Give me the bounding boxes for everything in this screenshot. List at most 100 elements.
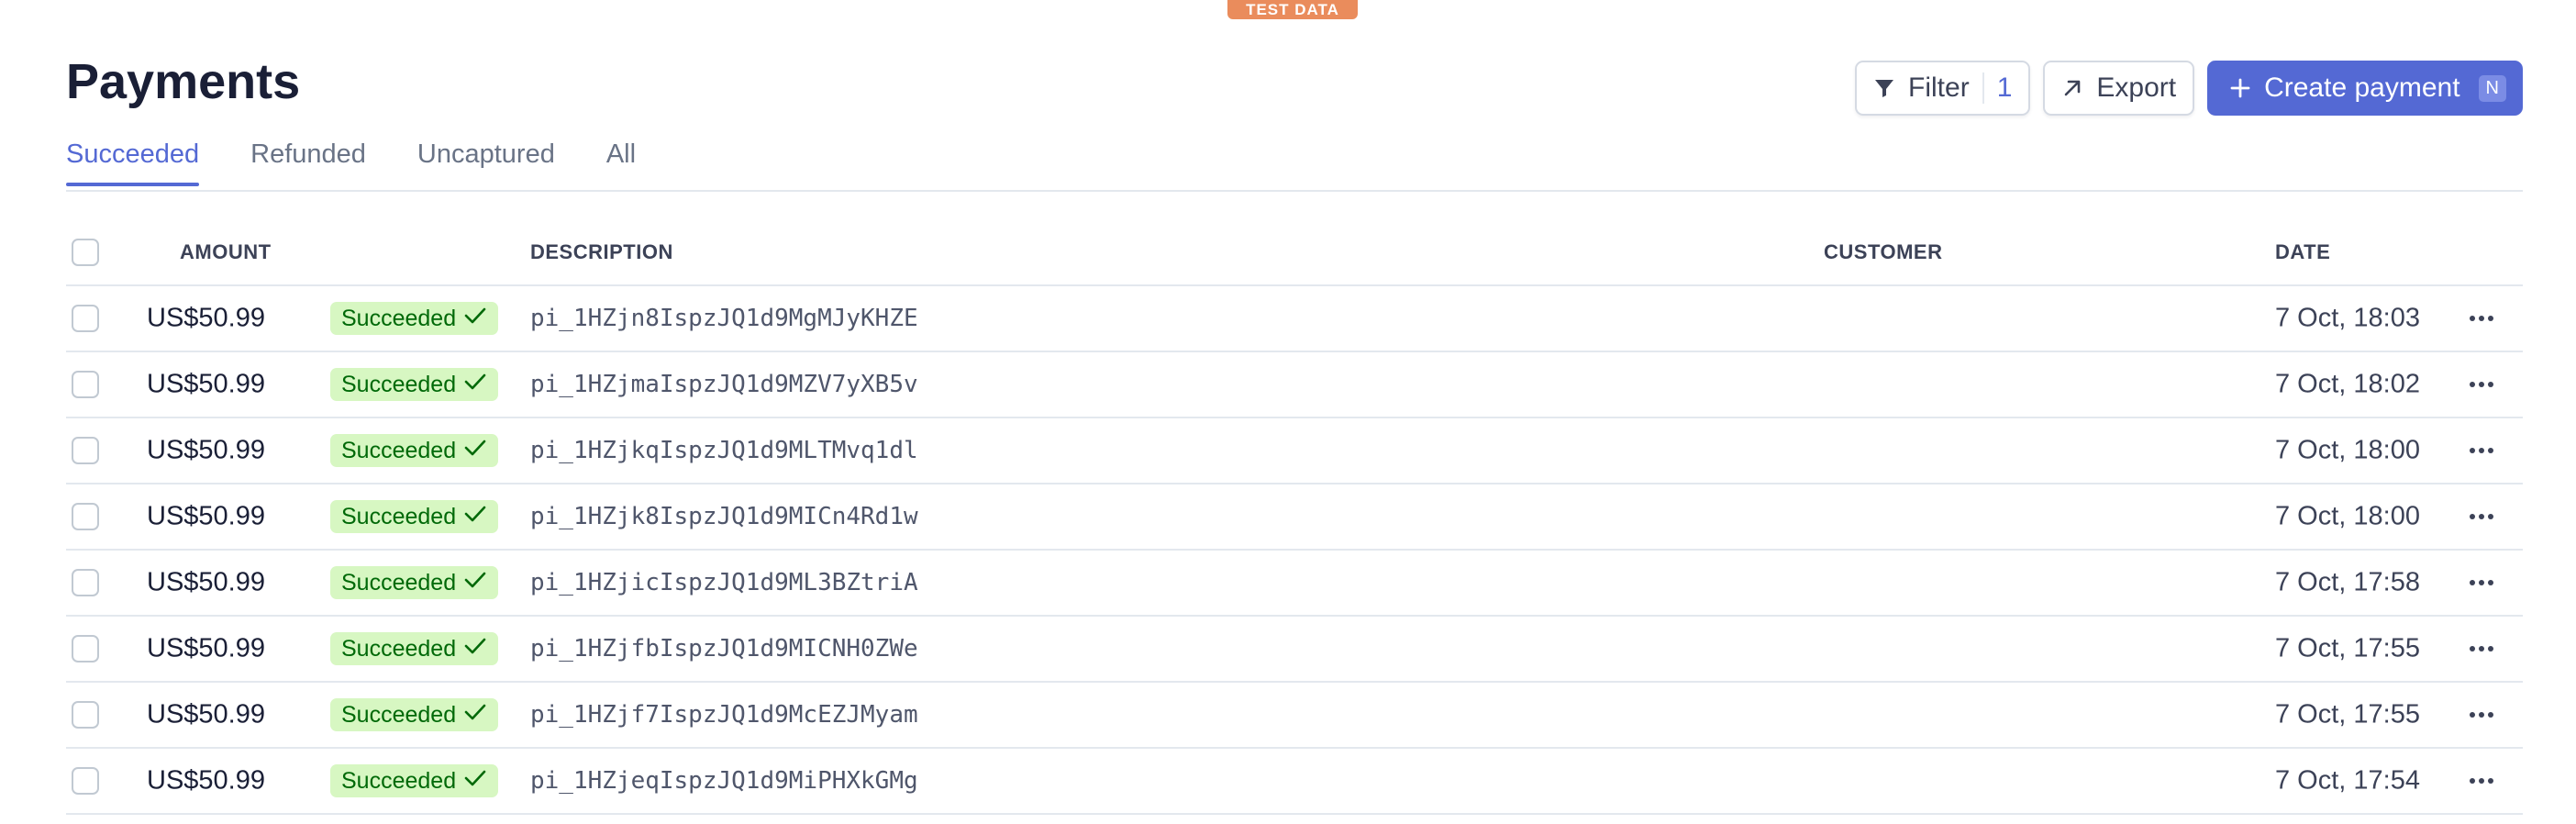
payment-amount: US$50.99 [147, 699, 265, 729]
table-row[interactable]: US$50.99 Succeeded pi_1HZjeqIspzJQ1d9MiP… [66, 749, 2523, 815]
payment-amount: US$50.99 [147, 501, 265, 531]
table-row[interactable]: US$50.99 Succeeded pi_1HZjkqIspzJQ1d9MLT… [66, 418, 2523, 484]
row-checkbox[interactable] [72, 305, 99, 332]
row-actions-button[interactable] [2466, 633, 2497, 664]
table-row[interactable]: US$50.99 Succeeded pi_1HZjk8IspzJQ1d9MIC… [66, 484, 2523, 551]
row-actions-button[interactable] [2466, 699, 2497, 730]
more-horizontal-icon [2469, 508, 2494, 525]
row-actions-button[interactable] [2466, 567, 2497, 598]
row-checkbox[interactable] [72, 635, 99, 663]
check-icon [463, 372, 487, 398]
column-header-date[interactable]: DATE [2275, 240, 2330, 264]
export-button[interactable]: Export [2043, 61, 2195, 116]
table-row[interactable]: US$50.99 Succeeded pi_1HZjfbIspzJQ1d9MIC… [66, 617, 2523, 683]
more-horizontal-icon [2469, 773, 2494, 789]
status-badge-label: Succeeded [341, 305, 457, 331]
more-horizontal-icon [2469, 310, 2494, 327]
row-checkbox[interactable] [72, 767, 99, 795]
table-row[interactable]: US$50.99 Succeeded pi_1HZjf7IspzJQ1d9McE… [66, 683, 2523, 749]
payment-amount: US$50.99 [147, 303, 265, 333]
payment-amount: US$50.99 [147, 369, 265, 399]
check-icon [463, 504, 487, 530]
row-checkbox[interactable] [72, 701, 99, 729]
create-payment-label: Create payment [2264, 72, 2460, 103]
page-title: Payments [66, 54, 301, 109]
table-row[interactable]: US$50.99 Succeeded pi_1HZjicIspzJQ1d9ML3… [66, 551, 2523, 617]
payment-date: 7 Oct, 18:02 [2275, 369, 2420, 399]
toolbar: Filter 1 Export Create payment N [1855, 61, 2523, 116]
tabs-divider [66, 190, 2523, 192]
payment-date: 7 Oct, 17:55 [2275, 633, 2420, 663]
more-horizontal-icon [2469, 376, 2494, 393]
row-checkbox[interactable] [72, 503, 99, 530]
payment-date: 7 Oct, 17:54 [2275, 765, 2420, 796]
status-badge-label: Succeeded [341, 503, 457, 529]
row-checkbox[interactable] [72, 371, 99, 398]
more-horizontal-icon [2469, 640, 2494, 657]
payment-description: pi_1HZjk8IspzJQ1d9MICn4Rd1w [530, 503, 918, 530]
payment-description: pi_1HZjmaIspzJQ1d9MZV7yXB5v [530, 371, 918, 398]
row-actions-button[interactable] [2466, 765, 2497, 796]
status-badge: Succeeded [330, 566, 499, 599]
status-badge: Succeeded [330, 368, 499, 401]
status-badge-label: Succeeded [341, 371, 457, 397]
status-badge-label: Succeeded [341, 701, 457, 728]
row-checkbox[interactable] [72, 437, 99, 464]
status-badge: Succeeded [330, 302, 499, 335]
column-header-description[interactable]: DESCRIPTION [530, 240, 673, 264]
tab-all[interactable]: All [606, 139, 636, 186]
filter-icon [1873, 77, 1895, 99]
export-label: Export [2096, 72, 2177, 103]
row-actions-button[interactable] [2466, 501, 2497, 532]
column-header-customer[interactable]: CUSTOMER [1824, 240, 1943, 264]
table-header: AMOUNT DESCRIPTION CUSTOMER DATE [66, 220, 2523, 286]
status-badge: Succeeded [330, 698, 499, 731]
payments-table: AMOUNT DESCRIPTION CUSTOMER DATE US$50.9… [66, 220, 2523, 815]
row-actions-button[interactable] [2466, 303, 2497, 334]
payment-description: pi_1HZjkqIspzJQ1d9MLTMvq1dl [530, 437, 918, 464]
arrow-up-right-icon [2061, 77, 2083, 99]
row-actions-button[interactable] [2466, 435, 2497, 466]
status-badge-label: Succeeded [341, 767, 457, 794]
create-payment-button[interactable]: Create payment N [2207, 61, 2523, 116]
payment-description: pi_1HZjeqIspzJQ1d9MiPHXkGMg [530, 767, 918, 795]
payment-date: 7 Oct, 18:03 [2275, 303, 2420, 333]
payment-date: 7 Oct, 17:58 [2275, 567, 2420, 597]
more-horizontal-icon [2469, 574, 2494, 591]
check-icon [463, 306, 487, 332]
more-horizontal-icon [2469, 707, 2494, 723]
tab-succeeded[interactable]: Succeeded [66, 139, 200, 186]
payment-amount: US$50.99 [147, 633, 265, 663]
payment-amount: US$50.99 [147, 435, 265, 465]
status-badge: Succeeded [330, 764, 499, 797]
payment-amount: US$50.99 [147, 567, 265, 597]
filter-divider [1982, 72, 1984, 104]
row-checkbox[interactable] [72, 569, 99, 596]
table-body: US$50.99 Succeeded pi_1HZjn8IspzJQ1d9MgM… [66, 286, 2523, 815]
payment-description: pi_1HZjn8IspzJQ1d9MgMJyKHZE [530, 305, 918, 332]
check-icon [463, 438, 487, 464]
select-all-checkbox[interactable] [72, 239, 99, 266]
payment-date: 7 Oct, 18:00 [2275, 501, 2420, 531]
status-badge-label: Succeeded [341, 635, 457, 662]
table-row[interactable]: US$50.99 Succeeded pi_1HZjn8IspzJQ1d9MgM… [66, 286, 2523, 352]
status-badge: Succeeded [330, 632, 499, 665]
row-actions-button[interactable] [2466, 369, 2497, 400]
tab-uncaptured[interactable]: Uncaptured [417, 139, 555, 186]
keyboard-shortcut-badge: N [2478, 74, 2506, 102]
filter-label: Filter [1908, 72, 1970, 103]
tab-refunded[interactable]: Refunded [250, 139, 366, 186]
column-header-amount[interactable]: AMOUNT [180, 240, 272, 264]
table-row[interactable]: US$50.99 Succeeded pi_1HZjmaIspzJQ1d9MZV… [66, 352, 2523, 418]
plus-icon [2229, 77, 2251, 99]
filter-count: 1 [1996, 72, 2013, 103]
status-badge-label: Succeeded [341, 437, 457, 463]
status-badge: Succeeded [330, 500, 499, 533]
check-icon [463, 702, 487, 729]
status-badge-label: Succeeded [341, 569, 457, 596]
check-icon [463, 768, 487, 795]
check-icon [463, 636, 487, 663]
status-badge: Succeeded [330, 434, 499, 467]
payment-date: 7 Oct, 17:55 [2275, 699, 2420, 729]
filter-button[interactable]: Filter 1 [1855, 61, 2031, 116]
